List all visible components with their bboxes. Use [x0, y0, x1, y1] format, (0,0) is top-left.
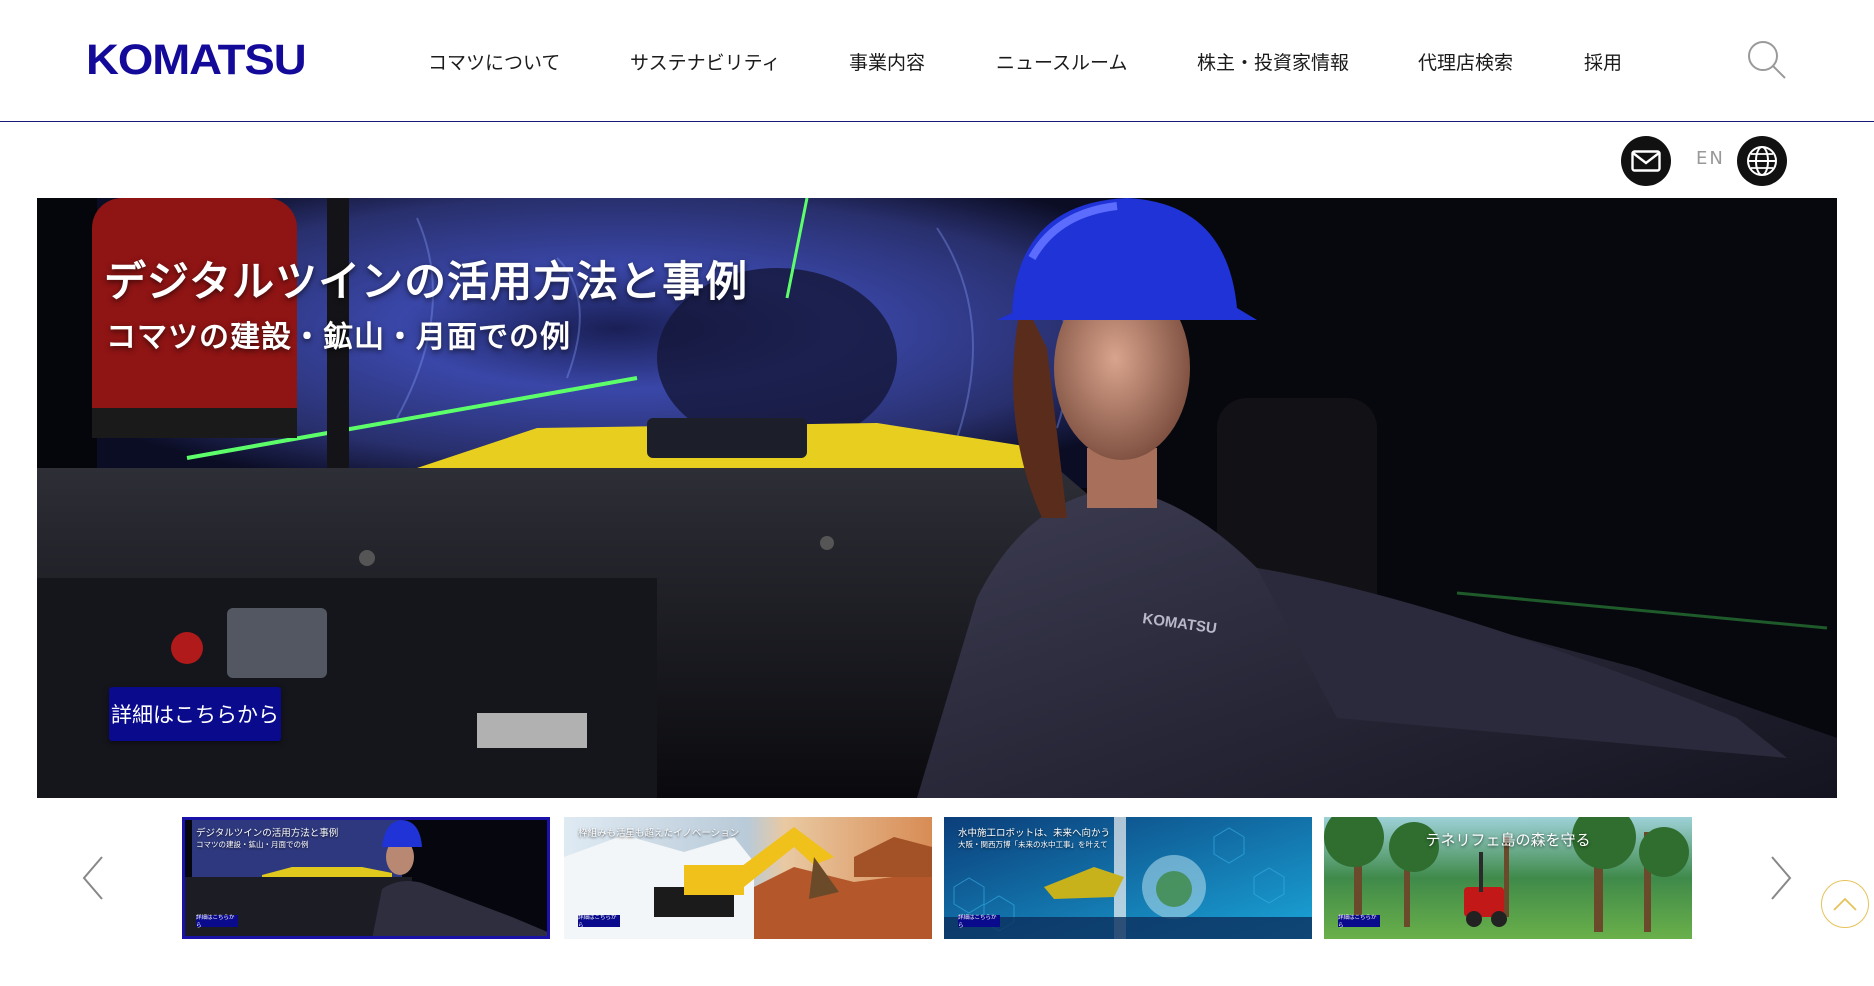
nav-item-careers[interactable]: 採用	[1584, 48, 1622, 75]
hero-subtitle: コマツの建設・鉱山・月面での例	[106, 320, 571, 355]
thumbnail-caption: 枠組みも活星も超えたイノベーション	[578, 828, 740, 839]
hero-carousel-thumbnails: デジタルツインの活用方法と事例 コマツの建設・鉱山・月面での例 詳細はこちらから	[0, 815, 1874, 940]
thumbnail-details-button: 詳細はこちらから	[958, 915, 1000, 929]
language-switch-button[interactable]	[1737, 136, 1787, 186]
mail-icon	[1631, 150, 1661, 172]
thumbnail-digital-twin[interactable]: デジタルツインの活用方法と事例 コマツの建設・鉱山・月面での例 詳細はこちらから	[182, 817, 550, 939]
komatsu-logo[interactable]: KOMATSU	[86, 36, 307, 85]
thumbnail-details-button: 詳細はこちらから	[1338, 915, 1380, 929]
thumbnail-tenerife-forest[interactable]: テネリフェ島の森を守る 詳細はこちらから	[1324, 817, 1692, 939]
chevron-up-icon	[1833, 897, 1857, 911]
thumbnail-caption: 水中施工ロボットは、未来へ向かう	[958, 828, 1111, 839]
hero-title: デジタルツインの活用方法と事例	[104, 257, 749, 306]
thumbnail-caption: テネリフェ島の森を守る	[1425, 831, 1591, 849]
nav-item-dealer-search[interactable]: 代理店検索	[1418, 48, 1513, 75]
carousel-prev-button[interactable]	[78, 853, 108, 903]
thumbnail-innovation[interactable]: 枠組みも活星も超えたイノベーション 詳細はこちらから	[564, 817, 932, 939]
site-header: KOMATSU コマツについて サステナビリティ 事業内容 ニュースルーム 株主…	[0, 0, 1874, 122]
nav-item-newsroom[interactable]: ニュースルーム	[996, 48, 1127, 75]
globe-icon	[1747, 146, 1777, 176]
hero-details-button[interactable]: 詳細はこちらから	[109, 687, 281, 741]
thumbnail-caption: デジタルツインの活用方法と事例	[196, 828, 339, 839]
thumbnail-details-button: 詳細はこちらから	[578, 915, 620, 929]
hero-banner[interactable]: KOMATSU デジタルツインの活用方法と事例 コマツの建設・鉱山・月面での例 …	[37, 198, 1837, 798]
thumbnail-subcaption: 大阪・関西万博「未来の水中工事」を叶えて	[958, 840, 1108, 849]
chevron-right-icon	[1771, 856, 1792, 900]
thumbnail-subcaption: コマツの建設・鉱山・月面での例	[196, 840, 309, 849]
nav-item-investors[interactable]: 株主・投資家情報	[1197, 48, 1349, 75]
search-icon[interactable]	[1745, 38, 1789, 82]
thumbnail-details-button: 詳細はこちらから	[196, 915, 238, 929]
back-to-top-button[interactable]	[1821, 880, 1869, 928]
chevron-left-icon	[82, 856, 103, 900]
nav-item-business[interactable]: 事業内容	[849, 48, 925, 75]
contact-mail-button[interactable]	[1621, 136, 1671, 186]
carousel-next-button[interactable]	[1766, 853, 1796, 903]
nav-item-sustainability[interactable]: サステナビリティ	[630, 48, 780, 75]
nav-item-about[interactable]: コマツについて	[428, 48, 560, 75]
thumbnail-underwater-robot[interactable]: 水中施工ロボットは、未来へ向かう 大阪・関西万博「未来の水中工事」を叶えて 詳細…	[944, 817, 1312, 939]
language-label[interactable]: EN	[1696, 148, 1725, 169]
